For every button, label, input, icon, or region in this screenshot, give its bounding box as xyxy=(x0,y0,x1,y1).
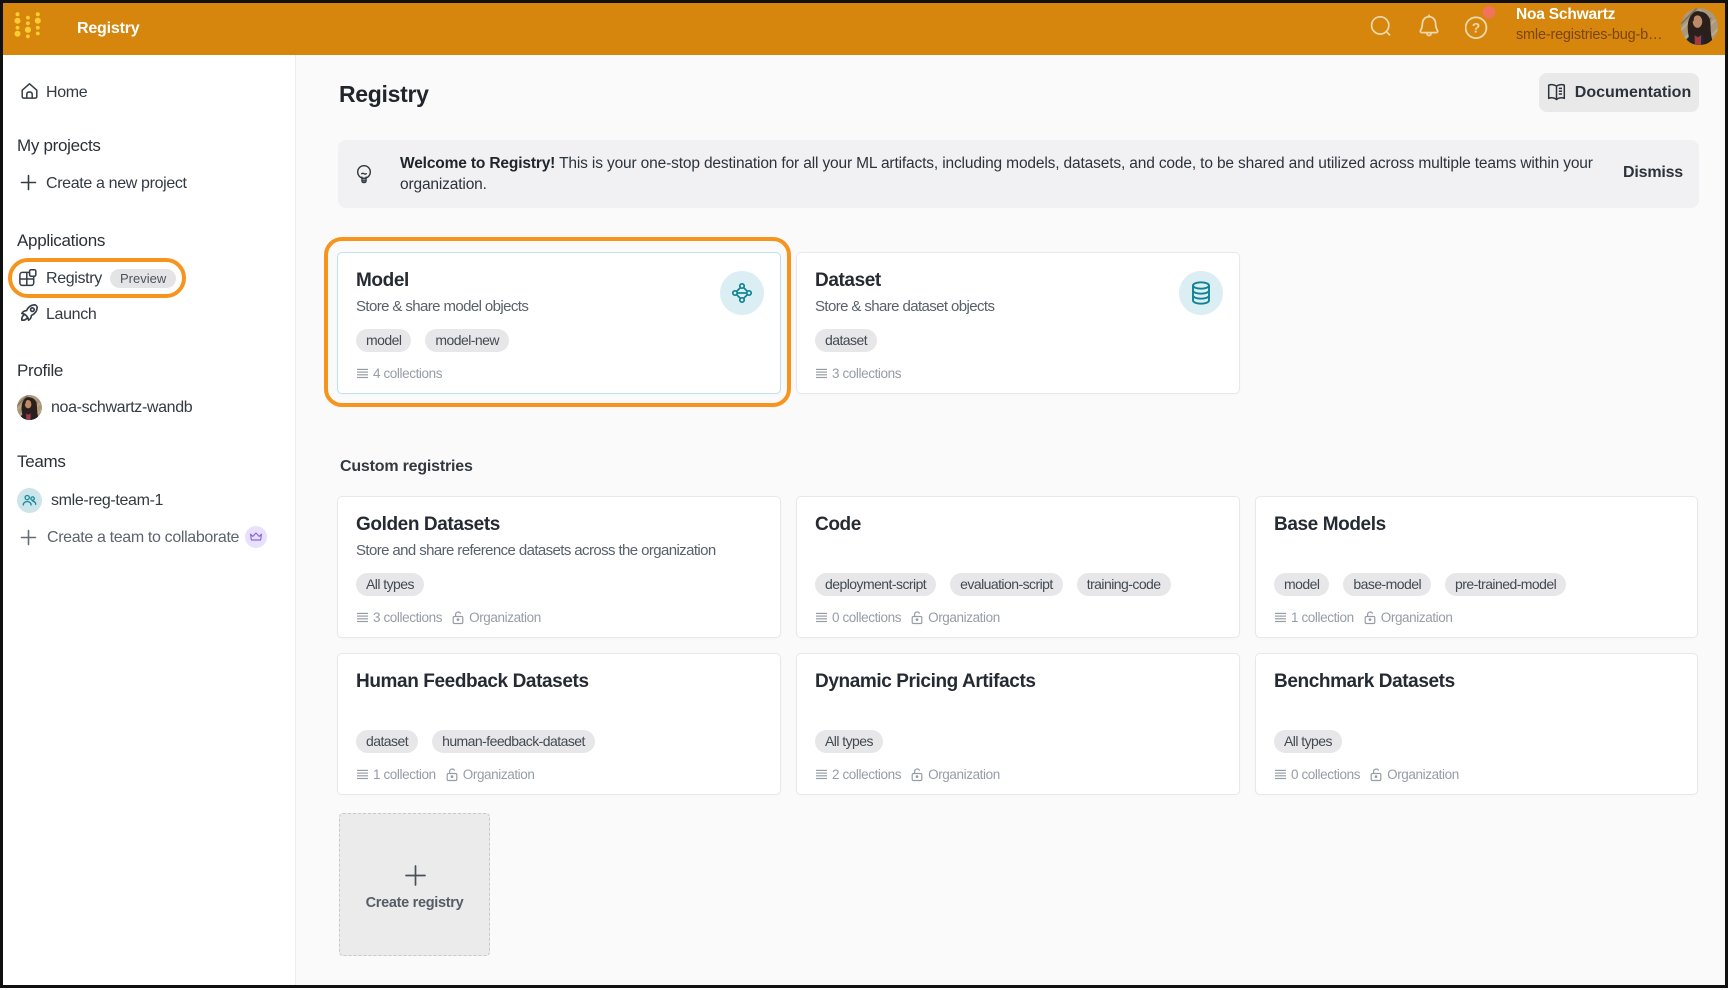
svg-text:?: ? xyxy=(1472,20,1481,36)
